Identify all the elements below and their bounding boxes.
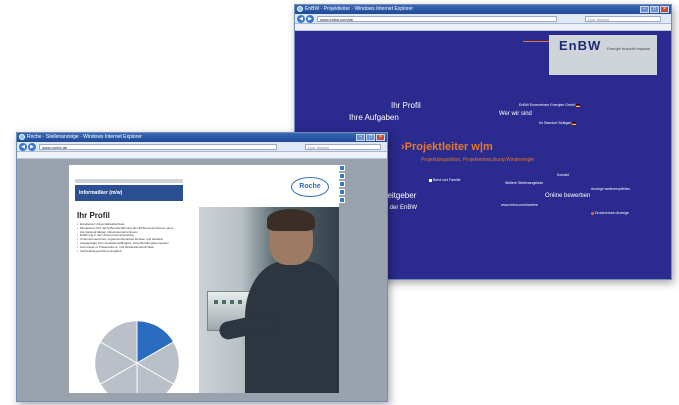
close-button[interactable]: × bbox=[660, 6, 669, 13]
roche-page: Informatiker (m/w) Roche Ihr Profil Exze… bbox=[69, 165, 339, 393]
back-arrow-icon[interactable]: ◀ bbox=[19, 143, 27, 151]
forward-arrow-icon[interactable]: ▶ bbox=[28, 143, 36, 151]
roche-tab-bar bbox=[17, 152, 387, 159]
standort-label: Ihr Standort Stuttgart bbox=[539, 121, 572, 125]
enbw-title-bar: EnBW · Projektleiter · Windows Internet … bbox=[295, 5, 671, 14]
employee-photo bbox=[199, 207, 339, 393]
drucken-label: Druckversion Anzeige bbox=[594, 211, 629, 215]
square-icon bbox=[429, 178, 432, 182]
roche-search-input[interactable]: Live Search bbox=[305, 144, 381, 150]
share-icon[interactable] bbox=[339, 165, 345, 171]
company-label: EnBW Erneuerbare Energien GmbH bbox=[519, 103, 576, 107]
enbw-address-bar: ◀ ▶ www.enbw.com/de Live Search bbox=[295, 14, 671, 24]
flag-icon bbox=[572, 121, 577, 125]
roche-url-input[interactable]: www.roche.de bbox=[39, 144, 277, 150]
maximize-button[interactable]: □ bbox=[650, 6, 659, 13]
nav-ihre-aufgaben[interactable]: Ihre Aufgaben bbox=[349, 113, 399, 122]
roche-top-nav[interactable] bbox=[75, 179, 183, 183]
share-toolbar bbox=[339, 165, 347, 225]
roche-title-bar: Roche · Stellenanzeige · Windows Interne… bbox=[17, 133, 387, 142]
close-button[interactable]: × bbox=[376, 134, 385, 141]
roche-window-title: Roche · Stellenanzeige · Windows Interne… bbox=[27, 134, 142, 140]
print-icon[interactable] bbox=[339, 173, 345, 179]
enbw-search-input[interactable]: Live Search bbox=[585, 16, 661, 22]
roche-logo: Roche bbox=[291, 177, 329, 197]
flag-icon bbox=[576, 103, 581, 107]
info-icon[interactable] bbox=[339, 197, 345, 203]
nav-company[interactable]: EnBW Erneuerbare Energien GmbH bbox=[519, 103, 581, 107]
person-hair bbox=[267, 209, 315, 231]
ie-icon bbox=[19, 134, 25, 140]
nav-anzeige-weiter[interactable]: Anzeige weiterempfehlen bbox=[591, 187, 630, 191]
minimize-button[interactable]: – bbox=[356, 134, 365, 141]
navigation-wheel bbox=[94, 320, 180, 393]
karriere-link[interactable]: www.enbw.com/karriere bbox=[501, 203, 538, 207]
list-item: Verhandlungssicheres Englisch bbox=[77, 249, 181, 254]
nav-ihr-profil[interactable]: Ihr Profil bbox=[391, 101, 421, 110]
profile-heading: Ihr Profil bbox=[77, 211, 110, 220]
enbw-tab-bar bbox=[295, 24, 671, 31]
roche-viewport: Informatiker (m/w) Roche Ihr Profil Exze… bbox=[17, 159, 387, 401]
beruf-label: Beruf und Familie bbox=[432, 178, 461, 182]
roche-address-bar: ◀ ▶ www.roche.de Live Search bbox=[17, 142, 387, 152]
back-arrow-icon[interactable]: ◀ bbox=[297, 15, 305, 23]
bookmark-icon[interactable] bbox=[339, 189, 345, 195]
nav-wer-wir-sind[interactable]: Wer wir sind bbox=[499, 111, 532, 117]
nav-beruf-familie[interactable]: Beruf und Familie bbox=[429, 178, 460, 182]
bullet-icon bbox=[591, 211, 594, 215]
online-bewerben-link[interactable]: Online bewerben bbox=[545, 193, 590, 199]
job-title-text: Projektleiter w|m bbox=[404, 141, 493, 153]
nav-weitere-stellen[interactable]: Weitere Stellenangebote bbox=[505, 181, 543, 185]
enbw-url-input[interactable]: www.enbw.com/de bbox=[317, 16, 557, 22]
druckversion-link[interactable]: Druckversion Anzeige bbox=[591, 211, 629, 215]
screenshot-collage: EnBW · Projektleiter · Windows Internet … bbox=[0, 0, 679, 405]
roche-browser-window: Roche · Stellenanzeige · Windows Interne… bbox=[16, 132, 388, 402]
enbw-tagline: Energie braucht Impulse bbox=[607, 46, 651, 51]
job-title: ›Projektleiter w|m bbox=[401, 141, 493, 153]
forward-arrow-icon[interactable]: ▶ bbox=[306, 15, 314, 23]
mail-icon[interactable] bbox=[339, 181, 345, 187]
nav-kontakt[interactable]: Kontakt bbox=[557, 173, 569, 177]
maximize-button[interactable]: □ bbox=[366, 134, 375, 141]
enbw-window-title: EnBW · Projektleiter · Windows Internet … bbox=[305, 6, 414, 12]
profile-list: Exzellenter Universitätsabschluss Mindes… bbox=[77, 222, 181, 254]
minimize-button[interactable]: – bbox=[640, 6, 649, 13]
enbw-logo-box: EnBW Energie braucht Impulse bbox=[549, 35, 657, 75]
job-subtitle: Projektakquisition, Projektentwicklung W… bbox=[421, 157, 535, 163]
job-header: Informatiker (m/w) bbox=[75, 185, 183, 201]
nav-standort[interactable]: Ihr Standort Stuttgart bbox=[539, 121, 577, 125]
ie-icon bbox=[297, 6, 303, 12]
enbw-logo: EnBW bbox=[559, 38, 602, 53]
